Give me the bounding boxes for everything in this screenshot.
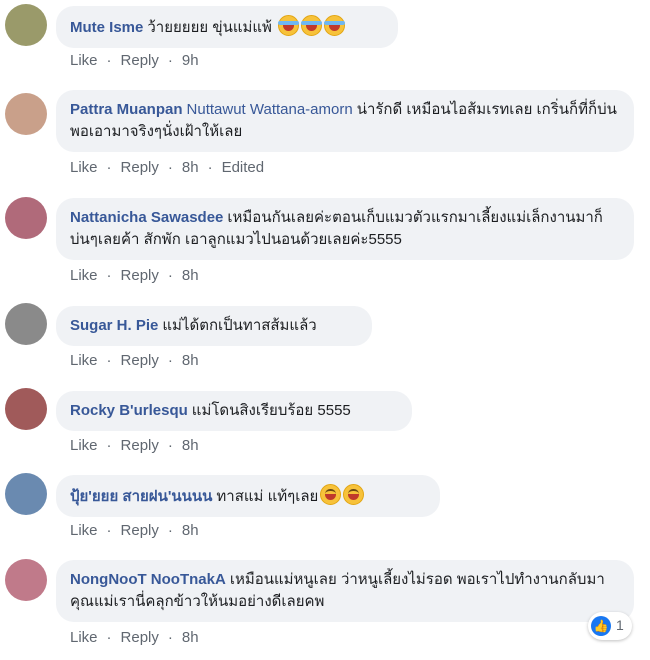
like-button[interactable]: Like (70, 522, 98, 539)
comment-time[interactable]: 8h (182, 522, 199, 539)
tears-of-joy-emoji (324, 15, 346, 36)
comment-bubble: Rocky B'urlesqu แม่โดนสิงเรียบร้อย 5555 (56, 391, 412, 431)
reply-button[interactable]: Reply (121, 159, 159, 176)
like-button[interactable]: Like (70, 437, 98, 454)
tears-of-joy-emoji (301, 15, 323, 36)
comment-actions: Like · Reply · 8h (70, 629, 199, 646)
comment-time[interactable]: 8h (182, 267, 199, 284)
comment-text: แม่โดนสิงเรียบร้อย 5555 (191, 402, 351, 419)
like-button[interactable]: Like (70, 267, 98, 284)
comment-author[interactable]: NongNooT NooTnakA (70, 571, 226, 588)
reply-button[interactable]: Reply (121, 352, 159, 369)
comment-time[interactable]: 8h (182, 159, 199, 176)
like-button[interactable]: Like (70, 159, 98, 176)
comment-text: ว้ายยยยย ขุ่นแม่แพ้ (147, 19, 277, 36)
comment-author[interactable]: Nattanicha Sawasdee (70, 209, 223, 226)
avatar[interactable] (5, 473, 47, 515)
reaction-count: 1 (616, 617, 624, 633)
comment-actions: Like · Reply · 8h (70, 267, 199, 284)
edited-label[interactable]: Edited (222, 159, 265, 176)
comment-author[interactable]: Mute Isme (70, 19, 143, 36)
comment-bubble: Pattra Muanpan Nuttawut Wattana-amorn น่าร… (56, 90, 634, 152)
avatar[interactable] (5, 303, 47, 345)
grinning-face-emoji (343, 484, 365, 505)
grinning-face-emoji (320, 484, 342, 505)
comment-actions: Like · Reply · 8h · Edited (70, 159, 265, 176)
avatar[interactable] (5, 4, 47, 46)
thumbs-up-icon: 👍 (591, 616, 611, 636)
avatar[interactable] (5, 93, 47, 135)
comment-bubble: ปุ้ย'ยยย สายฝน'นนนน ทาสแม่ แท้ๆเลย (56, 475, 440, 517)
comment-author[interactable]: Rocky B'urlesqu (70, 402, 188, 419)
comment-text: ทาสแม่ แท้ๆเลย (216, 488, 319, 505)
avatar[interactable] (5, 197, 47, 239)
reaction-badge[interactable]: 👍 1 (588, 612, 632, 640)
tears-of-joy-emoji (278, 15, 300, 36)
like-button[interactable]: Like (70, 629, 98, 646)
comment-author[interactable]: ปุ้ย'ยยย สายฝน'นนนน (70, 488, 212, 505)
reply-button[interactable]: Reply (121, 522, 159, 539)
mentioned-user[interactable]: Nuttawut Wattana-amorn (187, 101, 353, 118)
comment-time[interactable]: 9h (182, 52, 199, 69)
comment-actions: Like · Reply · 8h (70, 437, 199, 454)
comment-bubble: Sugar H. Pie แม่ได้ตกเป็นทาสส้มแล้ว (56, 306, 372, 346)
like-button[interactable]: Like (70, 52, 98, 69)
comment-bubble: Nattanicha Sawasdee เหมือนกันเลยค่ะตอนเก็… (56, 198, 634, 260)
comment-text: แม่ได้ตกเป็นทาสส้มแล้ว (162, 317, 317, 334)
avatar[interactable] (5, 388, 47, 430)
comment-author[interactable]: Sugar H. Pie (70, 317, 158, 334)
comment-author[interactable]: Pattra Muanpan (70, 101, 183, 118)
comment-time[interactable]: 8h (182, 352, 199, 369)
avatar[interactable] (5, 559, 47, 601)
comment-bubble: NongNooT NooTnakA เหมือนแม่หนูเลย ว่าหนูเ… (56, 560, 634, 622)
comment-time[interactable]: 8h (182, 437, 199, 454)
like-button[interactable]: Like (70, 352, 98, 369)
comment-time[interactable]: 8h (182, 629, 199, 646)
reply-button[interactable]: Reply (121, 437, 159, 454)
comment-actions: Like · Reply · 8h (70, 352, 199, 369)
reply-button[interactable]: Reply (121, 629, 159, 646)
comment-actions: Like · Reply · 9h (70, 52, 199, 69)
comment-actions: Like · Reply · 8h (70, 522, 199, 539)
reply-button[interactable]: Reply (121, 267, 159, 284)
comment-bubble: Mute Isme ว้ายยยยย ขุ่นแม่แพ้ (56, 6, 398, 48)
reply-button[interactable]: Reply (121, 52, 159, 69)
